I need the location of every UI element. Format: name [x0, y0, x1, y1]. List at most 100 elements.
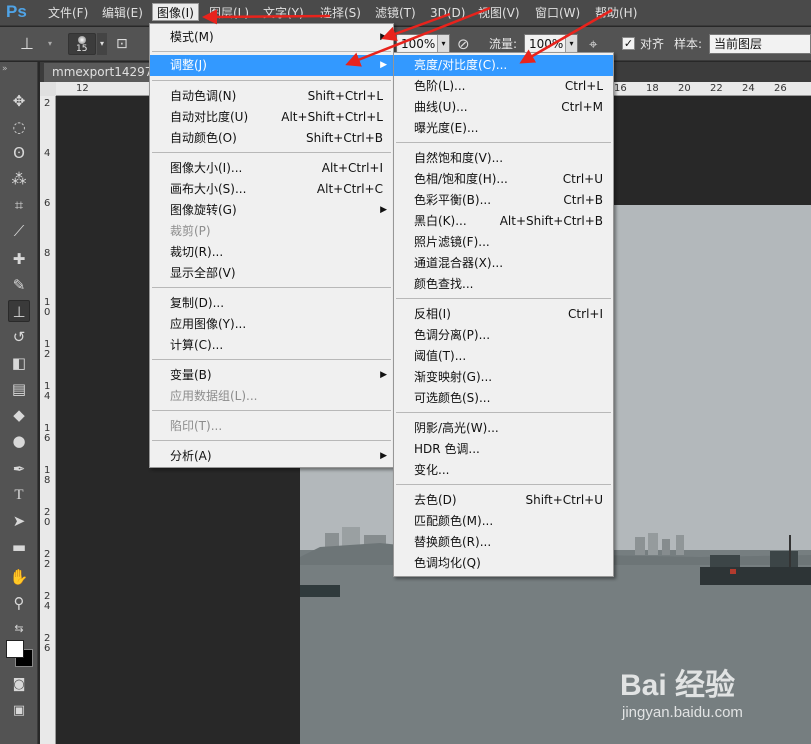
menu-item-gradient-map[interactable]: 渐变映射(G)...: [394, 367, 613, 388]
eraser-tool-icon[interactable]: ◧: [8, 352, 30, 374]
menu-view[interactable]: 视图(V): [474, 4, 524, 22]
pen-tool-icon[interactable]: ✒: [8, 458, 30, 480]
menu-item-calculations[interactable]: 计算(C)...: [150, 335, 393, 356]
menu-item-variables[interactable]: 变量(B) ▶: [150, 365, 393, 386]
menu-item-trim[interactable]: 裁切(R)...: [150, 242, 393, 263]
menu-select[interactable]: 选择(S): [316, 4, 365, 22]
crop-tool-icon[interactable]: ⌗: [8, 194, 30, 216]
brush-preview[interactable]: 15: [68, 33, 96, 55]
ruler-origin[interactable]: [40, 82, 56, 96]
menu-item-variations[interactable]: 变化...: [394, 460, 613, 481]
submenu-arrow-icon: ▶: [380, 451, 387, 461]
healing-brush-tool-icon[interactable]: ✚: [8, 248, 30, 270]
vertical-ruler[interactable]: 2 4 6 8 1 0 1 2 1 4 1 6 1 8 2 0 2 2 2 4 …: [40, 96, 56, 744]
clone-stamp-preset-icon[interactable]: ⊥: [20, 33, 42, 55]
brush-tool-icon[interactable]: ✎: [8, 274, 30, 296]
marquee-tool-icon[interactable]: ◌: [8, 116, 30, 138]
menu-item-color-lookup[interactable]: 颜色查找...: [394, 274, 613, 295]
watermark-logo: Bai 经验: [620, 669, 736, 702]
rectangle-tool-icon[interactable]: ▬: [8, 536, 30, 558]
menu-item-vibrance[interactable]: 自然饱和度(V)...: [394, 148, 613, 169]
menu-item-mode[interactable]: 模式(M) ▶: [150, 27, 393, 48]
clone-source-panel-icon[interactable]: ⊡: [116, 33, 136, 55]
path-selection-tool-icon[interactable]: ➤: [8, 510, 30, 532]
ruler-v-tick: 2: [44, 98, 51, 109]
flow-dropdown-icon[interactable]: ▾: [565, 35, 577, 53]
brush-dropdown-icon[interactable]: ▾: [97, 33, 107, 55]
blur-tool-icon[interactable]: ◆: [8, 404, 30, 426]
screen-mode-icon[interactable]: ▣: [8, 700, 30, 722]
brush-tip-icon: [78, 36, 86, 44]
preset-dropdown-icon[interactable]: ▾: [48, 33, 58, 55]
clone-stamp-tool-icon[interactable]: ⊥: [8, 300, 30, 322]
menu-item-photo-filter[interactable]: 照片滤镜(F)...: [394, 232, 613, 253]
menu-edit[interactable]: 编辑(E): [98, 4, 147, 22]
menu-item-label: 模式(M): [170, 30, 214, 44]
menu-item-canvas-size[interactable]: 画布大小(S)... Alt+Ctrl+C: [150, 179, 393, 200]
swap-colors-icon[interactable]: ⇆: [8, 618, 30, 640]
menu-item-auto-tone[interactable]: 自动色调(N) Shift+Ctrl+L: [150, 86, 393, 107]
menu-item-match-color[interactable]: 匹配颜色(M)...: [394, 511, 613, 532]
menu-item-trap: 陷印(T)...: [150, 416, 393, 437]
quick-mask-icon[interactable]: ◙: [8, 674, 30, 696]
menu-file[interactable]: 文件(F): [44, 4, 92, 22]
document-tab[interactable]: mmexport142976: [44, 63, 154, 82]
menu-item-image-size[interactable]: 图像大小(I)... Alt+Ctrl+I: [150, 158, 393, 179]
menu-item-label: 颜色查找...: [414, 277, 474, 291]
menu-item-auto-color[interactable]: 自动颜色(O) Shift+Ctrl+B: [150, 128, 393, 149]
menu-item-exposure[interactable]: 曝光度(E)...: [394, 118, 613, 139]
menu-item-brightness-contrast[interactable]: 亮度/对比度(C)...: [394, 55, 613, 76]
menu-item-reveal-all[interactable]: 显示全部(V): [150, 263, 393, 284]
menu-layer[interactable]: 图层(L): [205, 4, 253, 22]
menu-item-hue-saturation[interactable]: 色相/饱和度(H)... Ctrl+U: [394, 169, 613, 190]
type-tool-icon[interactable]: T: [8, 484, 30, 506]
hand-tool-icon[interactable]: ✋: [8, 566, 30, 588]
panel-collapse-icon[interactable]: »: [2, 64, 36, 74]
menu-item-equalize[interactable]: 色调均化(Q): [394, 553, 613, 574]
align-checkbox[interactable]: ✓: [622, 37, 635, 50]
eyedropper-tool-icon[interactable]: ⟋: [8, 220, 30, 242]
dodge-tool-icon[interactable]: ●: [8, 430, 30, 452]
menu-item-desaturate[interactable]: 去色(D) Shift+Ctrl+U: [394, 490, 613, 511]
menu-item-posterize[interactable]: 色调分离(P)...: [394, 325, 613, 346]
menu-item-replace-color[interactable]: 替换颜色(R)...: [394, 532, 613, 553]
menu-help[interactable]: 帮助(H): [591, 4, 641, 22]
zoom-tool-icon[interactable]: ⚲: [8, 592, 30, 614]
magic-wand-tool-icon[interactable]: ⁂: [8, 168, 30, 190]
sample-select[interactable]: 当前图层: [709, 34, 811, 54]
menu-image[interactable]: 图像(I): [152, 3, 199, 21]
menu-item-apply-image[interactable]: 应用图像(Y)...: [150, 314, 393, 335]
menu-item-selective-color[interactable]: 可选颜色(S)...: [394, 388, 613, 409]
menu-item-black-white[interactable]: 黑白(K)... Alt+Shift+Ctrl+B: [394, 211, 613, 232]
menu-item-image-rotation[interactable]: 图像旋转(G) ▶: [150, 200, 393, 221]
opacity-dropdown-icon[interactable]: ▾: [437, 35, 449, 53]
flow-combo[interactable]: 100% ▾: [524, 34, 578, 54]
history-brush-tool-icon[interactable]: ↺: [8, 326, 30, 348]
menu-3d[interactable]: 3D(D): [426, 4, 469, 22]
menu-item-label: 变量(B): [170, 368, 212, 382]
menu-window[interactable]: 窗口(W): [531, 4, 584, 22]
lasso-tool-icon[interactable]: ʘ: [8, 142, 30, 164]
photoshop-logo: Ps: [6, 2, 27, 21]
foreground-color-front[interactable]: [6, 640, 24, 658]
menu-type[interactable]: 文字(Y): [259, 4, 308, 22]
menu-item-channel-mixer[interactable]: 通道混合器(X)...: [394, 253, 613, 274]
menu-item-invert[interactable]: 反相(I) Ctrl+I: [394, 304, 613, 325]
menu-item-levels[interactable]: 色阶(L)... Ctrl+L: [394, 76, 613, 97]
opacity-combo[interactable]: 100% ▾: [396, 34, 450, 54]
menu-item-auto-contrast[interactable]: 自动对比度(U) Alt+Shift+Ctrl+L: [150, 107, 393, 128]
move-tool-icon[interactable]: ✥: [8, 90, 30, 112]
menu-separator: [152, 287, 391, 288]
menu-item-adjustments[interactable]: 调整(J) ▶: [150, 55, 393, 76]
menu-item-shadows-highlights[interactable]: 阴影/高光(W)...: [394, 418, 613, 439]
menu-separator: [396, 142, 611, 143]
menu-item-curves[interactable]: 曲线(U)... Ctrl+M: [394, 97, 613, 118]
gradient-tool-icon[interactable]: ▤: [8, 378, 30, 400]
menu-item-hdr-toning[interactable]: HDR 色调...: [394, 439, 613, 460]
menu-item-color-balance[interactable]: 色彩平衡(B)... Ctrl+B: [394, 190, 613, 211]
menu-item-threshold[interactable]: 阈值(T)...: [394, 346, 613, 367]
menu-item-duplicate[interactable]: 复制(D)...: [150, 293, 393, 314]
menu-filter[interactable]: 滤镜(T): [371, 4, 420, 22]
menu-item-label: 可选颜色(S)...: [414, 391, 491, 405]
menu-item-analysis[interactable]: 分析(A) ▶: [150, 446, 393, 467]
